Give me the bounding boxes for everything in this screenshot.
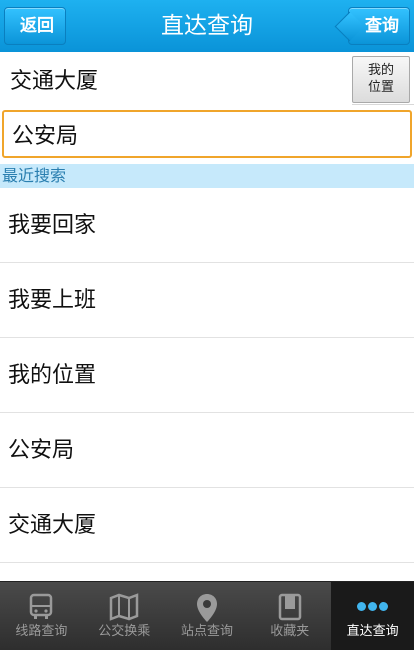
tab-label: 站点查询 xyxy=(180,624,233,639)
recent-searches-header: 最近搜索 xyxy=(0,164,414,188)
tab-route-query[interactable]: 线路查询 xyxy=(0,582,83,650)
tab-stop-query[interactable]: 站点查询 xyxy=(166,582,249,650)
recent-search-item[interactable]: 我要回家 xyxy=(0,188,414,263)
query-button-label: 查询 xyxy=(365,16,399,36)
bottom-tab-bar: 线路查询 公交换乘 站点查询 收藏夹 直达查询 xyxy=(0,581,414,650)
tab-favorites[interactable]: 收藏夹 xyxy=(248,582,331,650)
location-pin-icon xyxy=(166,582,249,622)
recent-search-list: 我要回家 我要上班 我的位置 公安局 交通大厦 xyxy=(0,188,414,563)
origin-row: 我的 位置 xyxy=(0,53,414,105)
recent-search-item[interactable]: 交通大厦 xyxy=(0,488,414,563)
destination-row xyxy=(2,110,412,158)
query-button[interactable]: 查询 xyxy=(348,7,410,45)
my-location-label-line1: 我的 xyxy=(367,63,394,78)
tab-label: 公交换乘 xyxy=(98,624,151,639)
recent-search-item[interactable]: 我的位置 xyxy=(0,338,414,413)
more-dots-icon xyxy=(331,582,414,622)
tab-direct-query[interactable]: 直达查询 xyxy=(331,582,414,650)
header-bar: 返回 直达查询 查询 xyxy=(0,0,414,52)
my-location-button[interactable]: 我的 位置 xyxy=(352,56,410,103)
recent-search-item[interactable]: 我要上班 xyxy=(0,263,414,338)
bus-icon xyxy=(0,582,83,622)
tab-transfer[interactable]: 公交换乘 xyxy=(83,582,166,650)
origin-input[interactable] xyxy=(0,53,352,105)
my-location-label-line2: 位置 xyxy=(367,80,394,95)
bookmark-icon xyxy=(248,582,331,622)
tab-label: 线路查询 xyxy=(15,624,68,639)
tab-label: 收藏夹 xyxy=(270,624,310,639)
tab-label: 直达查询 xyxy=(346,624,399,639)
recent-search-item[interactable]: 公安局 xyxy=(0,413,414,488)
map-icon xyxy=(83,582,166,622)
destination-input[interactable] xyxy=(4,112,410,156)
